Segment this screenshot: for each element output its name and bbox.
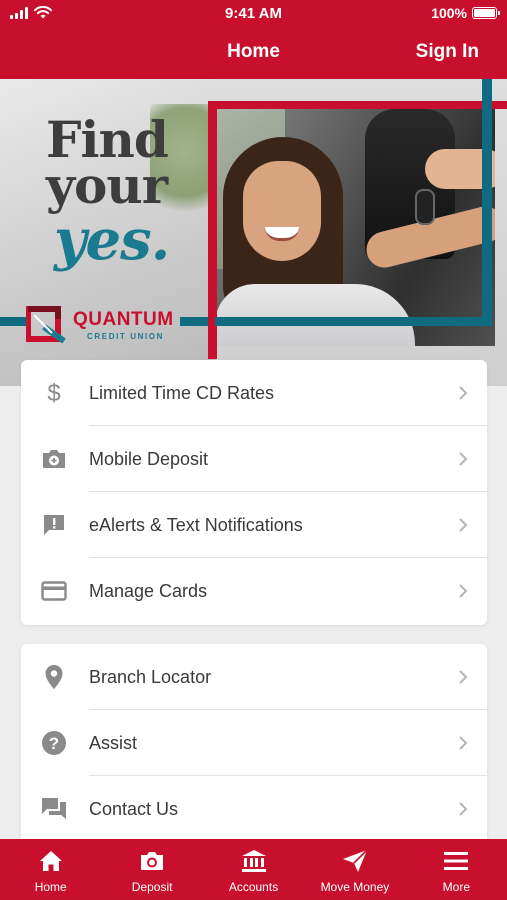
tab-label: More (442, 880, 470, 894)
sign-in-button[interactable]: Sign In (416, 41, 479, 63)
chevron-right-icon (459, 736, 468, 750)
camera-icon (139, 848, 165, 874)
dollar-icon: $ (41, 380, 67, 406)
status-bar: 9:41 AM 100% (0, 0, 507, 28)
chevron-right-icon (459, 670, 468, 684)
stripe-left (0, 317, 28, 326)
menu-item-label: Manage Cards (89, 580, 208, 601)
headline-line-3: yes. (54, 207, 170, 273)
chevron-right-icon (459, 386, 468, 400)
frame-red-top (210, 101, 507, 109)
menu-item-label: Limited Time CD Rates (89, 382, 275, 403)
chevron-right-icon (459, 452, 468, 466)
car-key-icon (415, 189, 435, 225)
chevron-right-icon (459, 802, 468, 816)
hero-headline: Find your (46, 115, 169, 215)
stripe-mid (180, 317, 208, 326)
alert-message-icon (41, 512, 67, 538)
menu-item-ealerts[interactable]: eAlerts & Text Notifications (21, 492, 487, 558)
tab-deposit[interactable]: Deposit (101, 839, 202, 900)
credit-card-icon (41, 578, 67, 604)
tab-accounts[interactable]: Accounts (203, 839, 304, 900)
tab-label: Move Money (320, 880, 390, 894)
tab-label: Home (34, 880, 67, 894)
headline-line-2: your (46, 156, 168, 215)
menu-item-label: eAlerts & Text Notifications (89, 514, 303, 535)
battery-icon (472, 7, 500, 19)
menu-icon (443, 848, 469, 874)
menu-card-primary: $ Limited Time CD Rates Mobile Deposit e… (21, 360, 487, 625)
tab-label: Accounts (228, 880, 279, 894)
menu-item-label: Contact Us (89, 798, 179, 819)
camera-icon (41, 446, 67, 472)
menu-item-mobile-deposit[interactable]: Mobile Deposit (21, 426, 487, 492)
tab-label: Deposit (131, 880, 173, 894)
battery-status: 100% (431, 5, 500, 21)
hero-banner[interactable]: Find your yes. QUANTUM CREDIT UNION (0, 79, 507, 386)
chevron-right-icon (459, 584, 468, 598)
hero-photo (215, 109, 495, 346)
menu-item-contact-us[interactable]: Contact Us (21, 776, 487, 842)
send-icon (342, 848, 368, 874)
svg-text:$: $ (47, 380, 60, 406)
tab-more[interactable]: More (406, 839, 507, 900)
brand-subtitle: CREDIT UNION (87, 332, 164, 341)
home-icon (38, 848, 64, 874)
battery-percent: 100% (431, 5, 467, 21)
menu-item-branch-locator[interactable]: Branch Locator (21, 644, 487, 710)
menu-item-cd-rates[interactable]: $ Limited Time CD Rates (21, 360, 487, 426)
menu-item-label: Branch Locator (89, 666, 212, 687)
quantum-logo-icon (26, 306, 66, 343)
brand-name: QUANTUM (73, 309, 174, 330)
menu-item-manage-cards[interactable]: Manage Cards (21, 558, 487, 624)
brand-logo-text: QUANTUM CREDIT UNION (73, 309, 174, 341)
tab-home[interactable]: Home (0, 839, 101, 900)
chevron-right-icon (459, 518, 468, 532)
frame-teal-bottom (215, 317, 492, 326)
menu-item-label: Assist (89, 732, 138, 753)
bank-icon (241, 848, 267, 874)
chat-icon (41, 796, 67, 822)
app-header: 9:41 AM 100% Home Sign In (0, 0, 507, 79)
menu-item-label: Mobile Deposit (89, 448, 209, 469)
tab-move-money[interactable]: Move Money (304, 839, 405, 900)
bottom-tab-bar: Home Deposit Accounts Move Money More (0, 839, 507, 900)
svg-text:?: ? (49, 734, 59, 753)
frame-teal-right (482, 79, 492, 326)
menu-item-assist[interactable]: ? Assist (21, 710, 487, 776)
help-icon: ? (41, 730, 67, 756)
menu-card-secondary: Branch Locator ? Assist Contact Us (21, 644, 487, 844)
location-pin-icon (41, 664, 67, 690)
